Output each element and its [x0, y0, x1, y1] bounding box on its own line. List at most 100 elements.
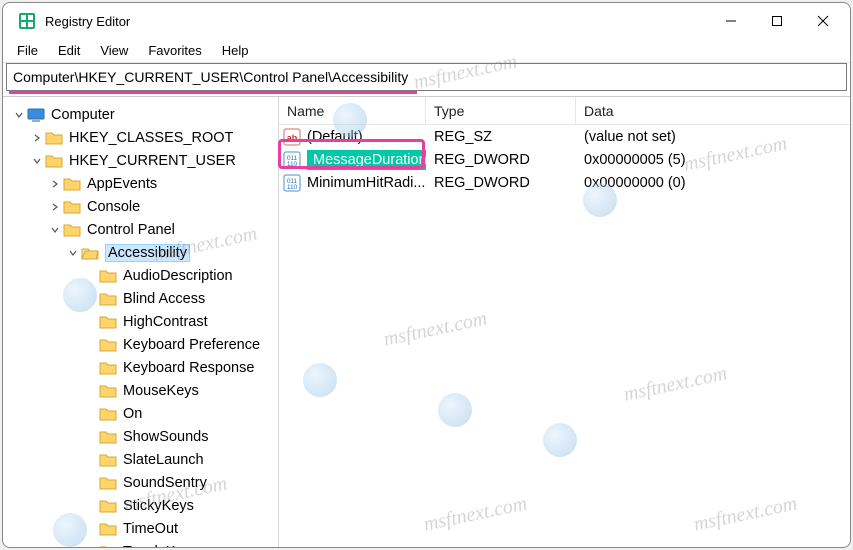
menu-favorites[interactable]: Favorites [138, 41, 211, 60]
value-row[interactable]: 011110 MinimumHitRadi...REG_DWORD0x000000… [279, 171, 850, 194]
tree-label: AudioDescription [123, 268, 233, 284]
chevron-right-icon[interactable] [47, 176, 63, 192]
tree-child[interactable]: MouseKeys [7, 379, 278, 402]
window-title: Registry Editor [45, 14, 130, 29]
tree-child[interactable]: SlateLaunch [7, 448, 278, 471]
tree-child[interactable]: AudioDescription [7, 264, 278, 287]
chevron-down-icon[interactable] [47, 222, 63, 238]
computer-icon [27, 107, 45, 123]
tree-accessibility[interactable]: Accessibility [7, 241, 278, 264]
tree-label: Accessibility [105, 244, 190, 262]
tree-child[interactable]: Keyboard Response [7, 356, 278, 379]
tree-label: SlateLaunch [123, 452, 204, 468]
tree-label: HKEY_CLASSES_ROOT [69, 130, 233, 146]
tree-child[interactable]: ShowSounds [7, 425, 278, 448]
value-name: MinimumHitRadi... [307, 175, 425, 191]
menu-edit[interactable]: Edit [48, 41, 90, 60]
tree-label: Blind Access [123, 291, 205, 307]
tree-label: HighContrast [123, 314, 208, 330]
svg-text:ab: ab [287, 133, 298, 143]
value-type: REG_DWORD [426, 152, 576, 168]
caption-buttons [708, 6, 846, 36]
folder-icon [99, 406, 117, 422]
tree-controlpanel[interactable]: Control Panel [7, 218, 278, 241]
tree-console[interactable]: Console [7, 195, 278, 218]
tree-label: StickyKeys [123, 498, 194, 514]
menubar: File Edit View Favorites Help [3, 39, 850, 63]
tree-label: Keyboard Preference [123, 337, 260, 353]
tree-child[interactable]: Blind Access [7, 287, 278, 310]
tree-appevents[interactable]: AppEvents [7, 172, 278, 195]
address-bar[interactable]: Computer\HKEY_CURRENT_USER\Control Panel… [6, 63, 847, 91]
svg-text:110: 110 [287, 184, 298, 191]
value-name: (Default) [307, 129, 363, 145]
content-area: Computer HKEY_CLASSES_ROOT HKEY_CURRENT_… [3, 96, 850, 547]
folder-icon [99, 521, 117, 537]
folder-icon [99, 268, 117, 284]
close-button[interactable] [800, 6, 846, 36]
folder-icon [63, 176, 81, 192]
list-header: Name Type Data [279, 97, 850, 125]
annotation-underline [9, 91, 417, 94]
tree-label: SoundSentry [123, 475, 207, 491]
binary-value-icon: 011110 [283, 174, 301, 192]
value-type: REG_SZ [426, 129, 576, 145]
minimize-button[interactable] [708, 6, 754, 36]
tree-child[interactable]: ToggleKeys [7, 540, 278, 547]
maximize-button[interactable] [754, 6, 800, 36]
value-data: 0x00000000 (0) [576, 175, 686, 191]
folder-icon [99, 337, 117, 353]
tree-hkcu[interactable]: HKEY_CURRENT_USER [7, 149, 278, 172]
menu-help[interactable]: Help [212, 41, 259, 60]
folder-icon [45, 153, 63, 169]
titlebar: Registry Editor [3, 3, 850, 39]
tree-label: HKEY_CURRENT_USER [69, 153, 236, 169]
tree-child[interactable]: SoundSentry [7, 471, 278, 494]
folder-icon [99, 498, 117, 514]
folder-icon [45, 130, 63, 146]
value-type: REG_DWORD [426, 175, 576, 191]
svg-text:110: 110 [287, 161, 298, 168]
binary-value-icon: 011110 [283, 151, 301, 169]
value-row[interactable]: 011110 MessageDurationREG_DWORD0x00000005… [279, 148, 850, 171]
tree-label: Keyboard Response [123, 360, 254, 376]
chevron-right-icon[interactable] [29, 130, 45, 146]
folder-icon [99, 452, 117, 468]
column-type[interactable]: Type [426, 97, 576, 124]
chevron-down-icon[interactable] [29, 153, 45, 169]
tree-label: ToggleKeys [123, 544, 198, 548]
tree-label: Control Panel [87, 222, 175, 238]
folder-icon [99, 475, 117, 491]
tree-child[interactable]: StickyKeys [7, 494, 278, 517]
value-name: MessageDuration [307, 150, 426, 170]
menu-view[interactable]: View [90, 41, 138, 60]
tree-child[interactable]: On [7, 402, 278, 425]
folder-icon [99, 314, 117, 330]
tree-label: Computer [51, 107, 115, 123]
tree-child[interactable]: HighContrast [7, 310, 278, 333]
chevron-down-icon[interactable] [11, 107, 27, 123]
address-text: Computer\HKEY_CURRENT_USER\Control Panel… [13, 69, 408, 85]
folder-icon [63, 199, 81, 215]
menu-file[interactable]: File [7, 41, 48, 60]
tree-pane: Computer HKEY_CLASSES_ROOT HKEY_CURRENT_… [3, 97, 279, 547]
tree-child[interactable]: Keyboard Preference [7, 333, 278, 356]
value-row[interactable]: ab (Default) REG_SZ(value not set) [279, 125, 850, 148]
column-name[interactable]: Name [279, 97, 426, 124]
tree-label: ShowSounds [123, 429, 208, 445]
chevron-right-icon[interactable] [47, 199, 63, 215]
column-data[interactable]: Data [576, 97, 850, 124]
tree-label: On [123, 406, 142, 422]
folder-icon [99, 429, 117, 445]
value-data: 0x00000005 (5) [576, 152, 686, 168]
chevron-down-icon[interactable] [65, 245, 81, 261]
registry-editor-window: Registry Editor File Edit View Favorites… [2, 2, 851, 548]
folder-icon [99, 544, 117, 548]
value-data: (value not set) [576, 129, 676, 145]
tree-child[interactable]: TimeOut [7, 517, 278, 540]
regedit-icon [19, 13, 35, 29]
tree-label: MouseKeys [123, 383, 199, 399]
folder-icon [99, 360, 117, 376]
tree-computer[interactable]: Computer [7, 103, 278, 126]
tree-hkcr[interactable]: HKEY_CLASSES_ROOT [7, 126, 278, 149]
